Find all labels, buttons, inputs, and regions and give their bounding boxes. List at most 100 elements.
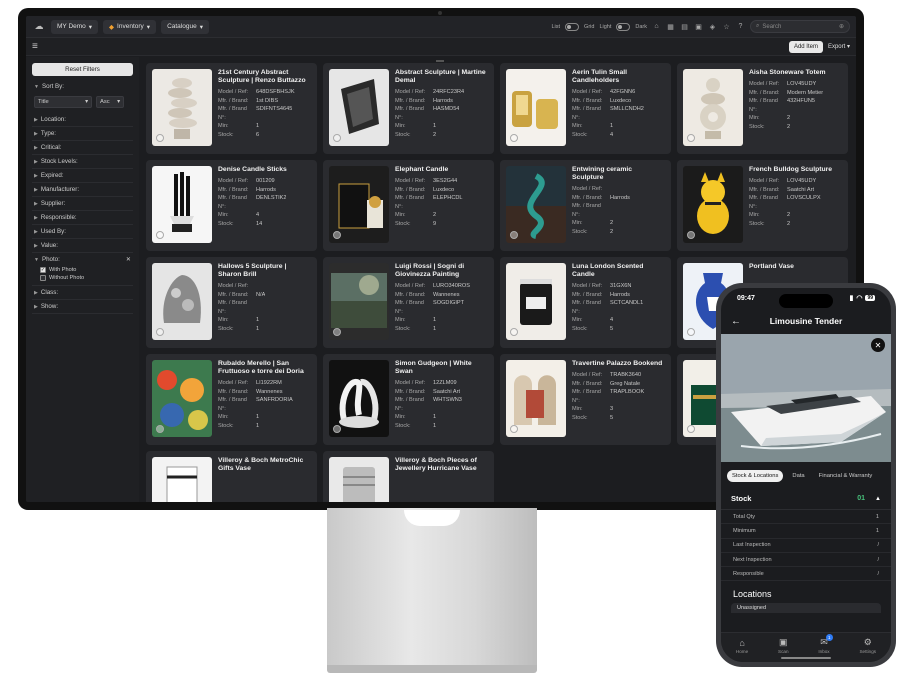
add-item-button[interactable]: Add Item (788, 40, 823, 53)
org-selector[interactable]: MY Demo ▾ (51, 19, 99, 34)
back-arrow-icon[interactable]: ← (731, 316, 753, 327)
select-radio[interactable] (156, 231, 164, 239)
item-thumbnail[interactable] (683, 69, 743, 146)
item-title[interactable]: Portland Vase (749, 263, 842, 271)
item-card[interactable]: Hallows 5 Sculpture | Sharon Brill Model … (146, 257, 317, 348)
select-radio[interactable] (333, 231, 341, 239)
sort-order-select[interactable]: Asc ▾ (96, 96, 124, 108)
unassigned-location[interactable]: Unassigned (731, 603, 881, 614)
item-card[interactable]: Entwining ceramic Sculpture Model / Ref: M… (500, 160, 671, 251)
module-selector[interactable]: ◆ Inventory ▾ (103, 19, 157, 34)
app-logo-icon[interactable]: ☁ (32, 21, 46, 33)
item-title[interactable]: Villeroy & Boch Pieces of Jewellery Hurr… (395, 457, 488, 473)
search-box[interactable]: ⌕ Search ⊕ (750, 20, 850, 33)
sort-by-filter[interactable]: ▼ Sort By: (32, 80, 133, 93)
item-card[interactable]: Denise Candle Sticks Model / Ref: 001209 Mf… (146, 160, 317, 251)
item-title[interactable]: 21st Century Abstract Sculpture | Renzo … (218, 69, 311, 85)
item-title[interactable]: Aerin Tulin Small Candleholders (572, 69, 665, 85)
item-card[interactable]: Abstract Sculpture | Martine Demal Model … (323, 63, 494, 154)
item-title[interactable]: Luigi Rossi | Sogni di Giovinezza Painti… (395, 263, 488, 279)
select-radio[interactable] (333, 134, 341, 142)
filter-critical[interactable]: ▶ Critical: (32, 141, 133, 155)
filter-responsible[interactable]: ▶ Responsible: (32, 211, 133, 225)
select-radio[interactable] (333, 328, 341, 336)
select-radio[interactable] (333, 425, 341, 433)
tag-icon[interactable]: ◈ (708, 23, 717, 31)
item-card[interactable]: Villeroy & Boch Pieces of Jewellery Hurr… (323, 451, 494, 502)
select-radio[interactable] (156, 425, 164, 433)
select-radio[interactable] (510, 328, 518, 336)
reset-filters-button[interactable]: Reset Filters (32, 63, 133, 76)
close-icon[interactable]: ✕ (871, 338, 885, 352)
item-card[interactable]: 21st Century Abstract Sculpture | Renzo … (146, 63, 317, 154)
item-title[interactable]: Abstract Sculpture | Martine Demal (395, 69, 488, 85)
nav-scan[interactable]: ▣ Scan (778, 637, 788, 654)
list-grid-toggle[interactable] (565, 22, 580, 31)
calendar-icon[interactable]: ▦ (666, 23, 675, 31)
star-icon[interactable]: ☆ (722, 23, 731, 31)
filter-class[interactable]: ▶ Class: (32, 286, 133, 300)
tab-stock-locations[interactable]: Stock & Locations (727, 470, 784, 482)
checkbox[interactable] (40, 275, 46, 281)
item-title[interactable]: Simon Gudgeon | White Swan (395, 360, 488, 376)
photo-filter[interactable]: ▼ Photo: ✕ (32, 253, 133, 266)
item-title[interactable]: Elephant Candle (395, 166, 488, 174)
item-card[interactable]: Villeroy & Boch MetroChic Gifts Vase (146, 451, 317, 502)
item-thumbnail[interactable] (506, 360, 566, 437)
select-radio[interactable] (510, 134, 518, 142)
drag-handle[interactable] (436, 60, 444, 62)
select-radio[interactable] (156, 134, 164, 142)
item-card[interactable]: Luigi Rossi | Sogni di Giovinezza Painti… (323, 257, 494, 348)
filter-stocklevels[interactable]: ▶ Stock Levels: (32, 155, 133, 169)
item-thumbnail[interactable] (329, 263, 389, 340)
select-radio[interactable] (510, 425, 518, 433)
item-thumbnail[interactable] (152, 69, 212, 146)
filter-manufacturer[interactable]: ▶ Manufacturer: (32, 183, 133, 197)
item-thumbnail[interactable] (506, 166, 566, 243)
help-icon[interactable]: ? (736, 23, 745, 30)
filter-location[interactable]: ▶ Location: (32, 113, 133, 127)
clear-filter-icon[interactable]: ✕ (126, 256, 131, 263)
item-title[interactable]: Entwining ceramic Sculpture (572, 166, 665, 182)
item-title[interactable]: Travertine Palazzo Bookend (572, 360, 665, 368)
item-title[interactable]: French Bulldog Sculpture (749, 166, 842, 174)
item-thumbnail[interactable] (683, 166, 743, 243)
filter-expired[interactable]: ▶ Expired: (32, 169, 133, 183)
item-title[interactable]: Luna London Scented Candle (572, 263, 665, 279)
filter-usedby[interactable]: ▶ Used By: (32, 225, 133, 239)
item-card[interactable]: Luna London Scented Candle Model / Ref: 31… (500, 257, 671, 348)
item-thumbnail[interactable] (329, 360, 389, 437)
nav-home[interactable]: ⌂ Home (736, 638, 748, 654)
stock-section-header[interactable]: Stock 01 ▲ (721, 488, 891, 510)
tab-data[interactable]: Data (787, 470, 809, 482)
checkbox[interactable]: ✓ (40, 267, 46, 273)
theme-toggle[interactable] (616, 22, 631, 31)
qr-icon[interactable]: ▣ (694, 23, 703, 31)
item-thumbnail[interactable] (152, 360, 212, 437)
filter-supplier[interactable]: ▶ Supplier: (32, 197, 133, 211)
item-thumbnail[interactable] (329, 457, 389, 502)
item-thumbnail[interactable] (329, 69, 389, 146)
sort-field-select[interactable]: Title ▾ (34, 96, 92, 108)
item-thumbnail[interactable] (506, 69, 566, 146)
item-title[interactable]: Aisha Stoneware Totem (749, 69, 842, 77)
select-radio[interactable] (687, 328, 695, 336)
add-circle-icon[interactable]: ⊕ (839, 23, 844, 30)
nav-settings[interactable]: ⚙ Settings (859, 637, 876, 654)
item-thumbnail[interactable] (329, 166, 389, 243)
select-radio[interactable] (510, 231, 518, 239)
select-radio[interactable] (687, 425, 695, 433)
item-title[interactable]: Rubaldo Merello | San Fruttuoso e torre … (218, 360, 311, 376)
item-card[interactable]: French Bulldog Sculpture Model / Ref: LOV4… (677, 160, 848, 251)
select-radio[interactable] (687, 134, 695, 142)
view-selector[interactable]: Catalogue ▾ (161, 19, 209, 34)
filter-show[interactable]: ▶ Show: (32, 300, 133, 314)
nav-inbox[interactable]: ✉ 1 Inbox (818, 634, 833, 654)
filter-value[interactable]: ▶ Value: (32, 239, 133, 253)
item-title[interactable]: Villeroy & Boch MetroChic Gifts Vase (218, 457, 311, 473)
item-card[interactable]: Elephant Candle Model / Ref: 3ES2G44 Mfr. /… (323, 160, 494, 251)
item-card[interactable]: Aisha Stoneware Totem Model / Ref: LOV45UD… (677, 63, 848, 154)
export-button[interactable]: Export ▾ (828, 43, 850, 50)
photo-option[interactable]: Without Photo (32, 274, 133, 282)
tab-financial[interactable]: Financial & Warranty (814, 470, 878, 482)
